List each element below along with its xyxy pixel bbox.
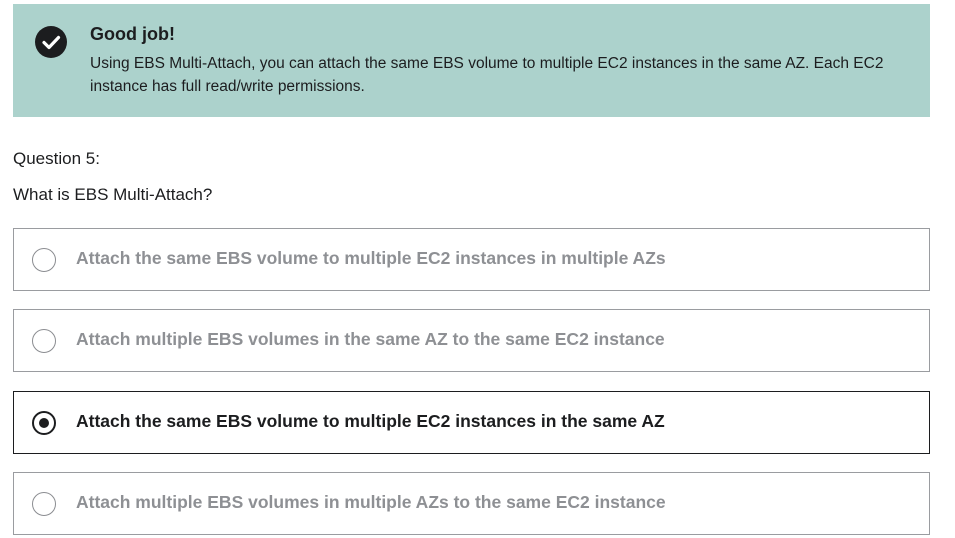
answer-option-label: Attach multiple EBS volumes in the same … [76,329,665,349]
answer-option-2[interactable]: Attach multiple EBS volumes in the same … [13,309,930,372]
answer-option-3[interactable]: Attach the same EBS volume to multiple E… [13,391,930,454]
question-number: Question 5: [13,149,100,168]
answer-option-label: Attach multiple EBS volumes in multiple … [76,492,666,512]
feedback-message: Using EBS Multi-Attach, you can attach t… [90,55,884,95]
radio-button-selected[interactable] [32,411,56,435]
check-circle-icon [35,26,67,58]
radio-button[interactable] [32,492,56,516]
radio-button[interactable] [32,248,56,272]
question-text: What is EBS Multi-Attach? [13,185,213,204]
answer-option-4[interactable]: Attach multiple EBS volumes in multiple … [13,472,930,535]
feedback-banner: Good job! Using EBS Multi-Attach, you ca… [13,4,930,117]
radio-dot-icon [39,418,49,428]
answer-option-label: Attach the same EBS volume to multiple E… [76,248,666,268]
answer-option-label: Attach the same EBS volume to multiple E… [76,411,665,431]
answer-option-1[interactable]: Attach the same EBS volume to multiple E… [13,228,930,291]
feedback-title: Good job! [90,24,175,44]
radio-button[interactable] [32,329,56,353]
